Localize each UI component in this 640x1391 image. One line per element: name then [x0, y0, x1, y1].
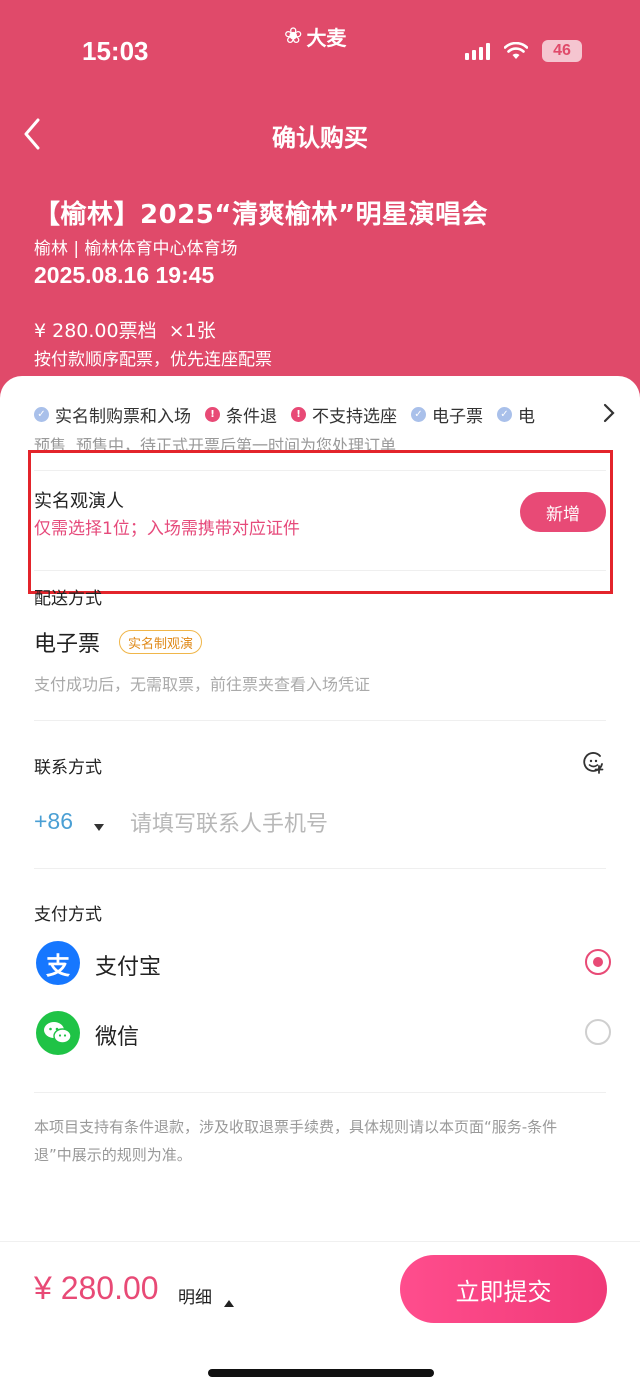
home-indicator	[208, 1369, 434, 1377]
exclamation-icon: !	[205, 407, 220, 422]
payment-name: 支付宝	[95, 955, 162, 980]
cellular-signal-icon	[465, 42, 490, 60]
caret-down-icon[interactable]	[94, 817, 104, 831]
tag-label: 电	[518, 407, 535, 427]
event-datetime: 2025.08.16 19:45	[34, 262, 215, 288]
ticket-tags[interactable]: ✓ 实名制购票和入场 ! 条件退 ! 不支持选座 ✓ 电子票 ✓ 电	[34, 402, 600, 427]
tag-label: 条件退	[226, 407, 277, 427]
payment-name: 微信	[95, 1025, 140, 1050]
contact-label: 联系方式	[34, 758, 102, 778]
damai-logo-icon: ❀	[284, 24, 303, 49]
chevron-right-icon[interactable]	[602, 402, 616, 424]
divider	[34, 720, 606, 721]
check-icon: ✓	[497, 407, 512, 422]
delivery-label: 配送方式	[34, 589, 102, 609]
tag-item: ✓ 电	[497, 402, 535, 427]
tag-item: ! 条件退	[205, 402, 277, 427]
payment-label: 支付方式	[34, 905, 102, 925]
submit-order-button[interactable]: 立即提交	[400, 1255, 607, 1323]
alipay-icon: 支	[36, 941, 80, 985]
detail-label: 明细	[178, 1288, 212, 1308]
page-title: 确认购买	[272, 124, 368, 152]
contact-book-icon[interactable]	[582, 752, 604, 774]
divider	[34, 868, 606, 869]
payment-option-alipay[interactable]: 支 支付宝	[36, 941, 616, 991]
wechat-icon	[36, 1011, 80, 1055]
tag-item: ! 不支持选座	[291, 402, 397, 427]
divider	[34, 1092, 606, 1093]
country-code[interactable]: +86	[34, 808, 73, 835]
exclamation-icon: !	[291, 407, 306, 422]
tag-label: 电子票	[432, 407, 483, 427]
viewer-section-title: 实名观演人	[34, 491, 124, 512]
real-name-badge: 实名制观演	[119, 630, 203, 654]
tag-item: ✓ 实名制购票和入场	[34, 402, 191, 427]
delivery-type: 电子票	[34, 632, 101, 657]
brand-name: 大麦	[306, 26, 347, 50]
event-title: 【榆林】2025“清爽榆林”明星演唱会	[34, 200, 489, 230]
event-venue: 榆林 | 榆林体育中心体育场	[34, 239, 238, 259]
brand-logo: ❀ 大麦	[284, 22, 346, 51]
seat-allocation-note: 按付款顺序配票，优先连座配票	[34, 350, 272, 370]
caret-up-icon	[224, 1292, 234, 1307]
battery-icon: 46	[542, 40, 582, 62]
total-price: ¥ 280.00	[34, 1270, 159, 1306]
tag-item: ✓ 电子票	[411, 402, 483, 427]
refund-policy-note: 本项目支持有条件退款，涉及收取退票手续费，具体规则请以本页面“服务-条件退”中展…	[34, 1118, 558, 1164]
check-icon: ✓	[411, 407, 426, 422]
price-detail-toggle[interactable]: 明细	[178, 1283, 234, 1308]
tag-label: 实名制购票和入场	[55, 407, 191, 427]
radio-selected[interactable]	[585, 949, 611, 975]
radio-unselected[interactable]	[585, 1019, 611, 1045]
phone-input[interactable]	[130, 806, 590, 842]
viewer-hint: 仅需选择1位；入场需携带对应证件	[34, 519, 300, 539]
check-icon: ✓	[34, 407, 49, 422]
status-icons: 46	[465, 40, 582, 62]
divider	[34, 570, 606, 571]
wifi-icon	[504, 42, 528, 60]
payment-option-wechat[interactable]: 微信	[36, 1011, 616, 1061]
add-viewer-button[interactable]: 新增	[520, 492, 606, 532]
delivery-note: 支付成功后，无需取票，前往票夹查看入场凭证	[34, 675, 371, 694]
status-time: 15:03	[82, 36, 149, 66]
tag-label: 不支持选座	[312, 407, 397, 427]
price-tier: ¥ 280.00票档 ×1张	[34, 320, 216, 342]
